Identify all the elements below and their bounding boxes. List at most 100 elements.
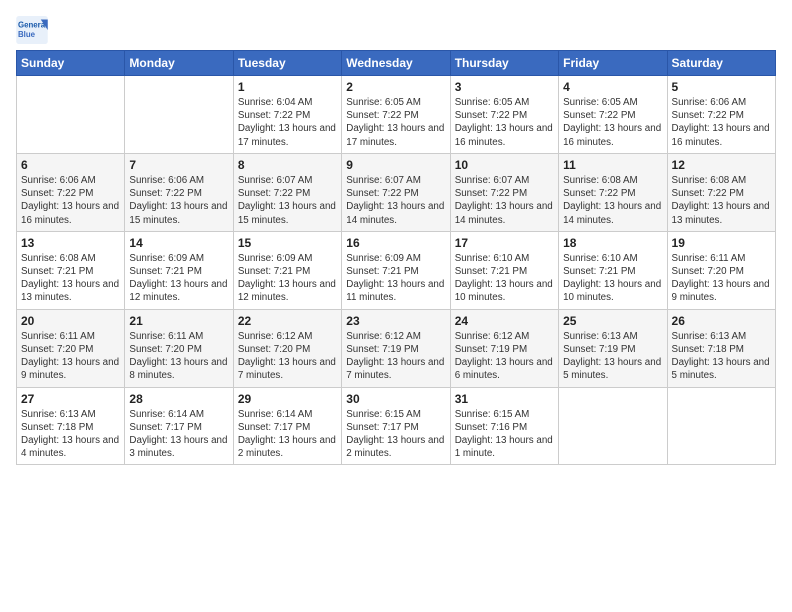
calendar-cell: 4 Sunrise: 6:05 AM Sunset: 7:22 PM Daylig… [559,76,667,154]
day-number: 12 [672,158,771,172]
calendar-cell: 13 Sunrise: 6:08 AM Sunset: 7:21 PM Dayli… [17,231,125,309]
day-number: 18 [563,236,662,250]
calendar-week-row: 27 Sunrise: 6:13 AM Sunset: 7:18 PM Dayli… [17,387,776,465]
day-info: Sunrise: 6:05 AM Sunset: 7:22 PM Dayligh… [346,96,445,149]
calendar-header: SundayMondayTuesdayWednesdayThursdayFrid… [17,51,776,76]
weekday-header: Sunday [17,51,125,76]
day-info: Sunrise: 6:09 AM Sunset: 7:21 PM Dayligh… [238,252,337,305]
calendar-cell: 5Sunrise: 6:06 AM Sunset: 7:22 PM Daylig… [667,76,775,154]
day-number: 23 [346,314,445,328]
calendar-cell: 22 Sunrise: 6:12 AM Sunset: 7:20 PM Dayli… [233,309,341,387]
day-info: Sunrise: 6:12 AM Sunset: 7:19 PM Dayligh… [455,330,554,383]
day-number: 31 [455,392,554,406]
day-info: Sunrise: 6:15 AM Sunset: 7:16 PM Dayligh… [455,408,554,461]
calendar-cell: 19Sunrise: 6:11 AM Sunset: 7:20 PM Dayli… [667,231,775,309]
day-number: 1 [238,80,337,94]
calendar-cell: 15 Sunrise: 6:09 AM Sunset: 7:21 PM Dayli… [233,231,341,309]
calendar-cell: 23 Sunrise: 6:12 AM Sunset: 7:19 PM Dayli… [342,309,450,387]
weekday-row: SundayMondayTuesdayWednesdayThursdayFrid… [17,51,776,76]
calendar-cell: 14 Sunrise: 6:09 AM Sunset: 7:21 PM Dayli… [125,231,233,309]
day-number: 21 [129,314,228,328]
calendar-cell: 1Sunrise: 6:04 AM Sunset: 7:22 PM Daylig… [233,76,341,154]
day-info: Sunrise: 6:05 AM Sunset: 7:22 PM Dayligh… [455,96,554,149]
calendar-cell: 10 Sunrise: 6:07 AM Sunset: 7:22 PM Dayli… [450,153,558,231]
calendar-week-row: 20Sunrise: 6:11 AM Sunset: 7:20 PM Dayli… [17,309,776,387]
calendar-cell: 18 Sunrise: 6:10 AM Sunset: 7:21 PM Dayli… [559,231,667,309]
day-info: Sunrise: 6:06 AM Sunset: 7:22 PM Dayligh… [129,174,228,227]
day-number: 24 [455,314,554,328]
day-number: 4 [563,80,662,94]
calendar-cell [667,387,775,465]
calendar-cell: 11 Sunrise: 6:08 AM Sunset: 7:22 PM Dayli… [559,153,667,231]
day-info: Sunrise: 6:10 AM Sunset: 7:21 PM Dayligh… [455,252,554,305]
day-number: 3 [455,80,554,94]
weekday-header: Monday [125,51,233,76]
day-number: 2 [346,80,445,94]
day-info: Sunrise: 6:12 AM Sunset: 7:19 PM Dayligh… [346,330,445,383]
calendar-cell: 25Sunrise: 6:13 AM Sunset: 7:19 PM Dayli… [559,309,667,387]
day-info: Sunrise: 6:05 AM Sunset: 7:22 PM Dayligh… [563,96,662,149]
calendar-body: 1Sunrise: 6:04 AM Sunset: 7:22 PM Daylig… [17,76,776,465]
calendar-cell: 16Sunrise: 6:09 AM Sunset: 7:21 PM Dayli… [342,231,450,309]
day-info: Sunrise: 6:12 AM Sunset: 7:20 PM Dayligh… [238,330,337,383]
day-info: Sunrise: 6:08 AM Sunset: 7:21 PM Dayligh… [21,252,120,305]
day-info: Sunrise: 6:07 AM Sunset: 7:22 PM Dayligh… [455,174,554,227]
calendar-cell: 27 Sunrise: 6:13 AM Sunset: 7:18 PM Dayli… [17,387,125,465]
day-number: 25 [563,314,662,328]
day-number: 16 [346,236,445,250]
day-number: 30 [346,392,445,406]
day-number: 6 [21,158,120,172]
calendar-cell: 12Sunrise: 6:08 AM Sunset: 7:22 PM Dayli… [667,153,775,231]
day-info: Sunrise: 6:10 AM Sunset: 7:21 PM Dayligh… [563,252,662,305]
calendar-cell: 8Sunrise: 6:07 AM Sunset: 7:22 PM Daylig… [233,153,341,231]
calendar-week-row: 1Sunrise: 6:04 AM Sunset: 7:22 PM Daylig… [17,76,776,154]
day-info: Sunrise: 6:07 AM Sunset: 7:22 PM Dayligh… [346,174,445,227]
calendar-cell: 30 Sunrise: 6:15 AM Sunset: 7:17 PM Dayli… [342,387,450,465]
day-number: 15 [238,236,337,250]
day-number: 11 [563,158,662,172]
calendar-week-row: 13 Sunrise: 6:08 AM Sunset: 7:21 PM Dayli… [17,231,776,309]
calendar-cell: 29 Sunrise: 6:14 AM Sunset: 7:17 PM Dayli… [233,387,341,465]
day-info: Sunrise: 6:15 AM Sunset: 7:17 PM Dayligh… [346,408,445,461]
day-number: 7 [129,158,228,172]
calendar-week-row: 6 Sunrise: 6:06 AM Sunset: 7:22 PM Daylig… [17,153,776,231]
day-number: 10 [455,158,554,172]
day-info: Sunrise: 6:09 AM Sunset: 7:21 PM Dayligh… [129,252,228,305]
day-number: 13 [21,236,120,250]
calendar-cell: 3 Sunrise: 6:05 AM Sunset: 7:22 PM Daylig… [450,76,558,154]
calendar-cell [125,76,233,154]
calendar-cell: 31 Sunrise: 6:15 AM Sunset: 7:16 PM Dayli… [450,387,558,465]
day-number: 8 [238,158,337,172]
day-info: Sunrise: 6:11 AM Sunset: 7:20 PM Dayligh… [672,252,771,305]
calendar-cell: 2 Sunrise: 6:05 AM Sunset: 7:22 PM Daylig… [342,76,450,154]
logo: General Blue [16,16,52,44]
calendar-cell: 26Sunrise: 6:13 AM Sunset: 7:18 PM Dayli… [667,309,775,387]
weekday-header: Wednesday [342,51,450,76]
day-number: 29 [238,392,337,406]
calendar-cell: 28Sunrise: 6:14 AM Sunset: 7:17 PM Dayli… [125,387,233,465]
day-number: 9 [346,158,445,172]
weekday-header: Tuesday [233,51,341,76]
day-info: Sunrise: 6:13 AM Sunset: 7:18 PM Dayligh… [21,408,120,461]
day-info: Sunrise: 6:14 AM Sunset: 7:17 PM Dayligh… [238,408,337,461]
day-info: Sunrise: 6:08 AM Sunset: 7:22 PM Dayligh… [563,174,662,227]
day-number: 17 [455,236,554,250]
day-number: 27 [21,392,120,406]
calendar-cell: 21Sunrise: 6:11 AM Sunset: 7:20 PM Dayli… [125,309,233,387]
calendar-cell: 6 Sunrise: 6:06 AM Sunset: 7:22 PM Daylig… [17,153,125,231]
day-number: 5 [672,80,771,94]
day-info: Sunrise: 6:06 AM Sunset: 7:22 PM Dayligh… [21,174,120,227]
calendar-cell: 7 Sunrise: 6:06 AM Sunset: 7:22 PM Daylig… [125,153,233,231]
logo-icon: General Blue [16,16,48,44]
calendar: SundayMondayTuesdayWednesdayThursdayFrid… [16,50,776,465]
weekday-header: Thursday [450,51,558,76]
day-number: 22 [238,314,337,328]
calendar-cell [559,387,667,465]
day-number: 20 [21,314,120,328]
weekday-header: Saturday [667,51,775,76]
calendar-cell [17,76,125,154]
calendar-cell: 17 Sunrise: 6:10 AM Sunset: 7:21 PM Dayli… [450,231,558,309]
day-number: 14 [129,236,228,250]
weekday-header: Friday [559,51,667,76]
calendar-cell: 9 Sunrise: 6:07 AM Sunset: 7:22 PM Daylig… [342,153,450,231]
